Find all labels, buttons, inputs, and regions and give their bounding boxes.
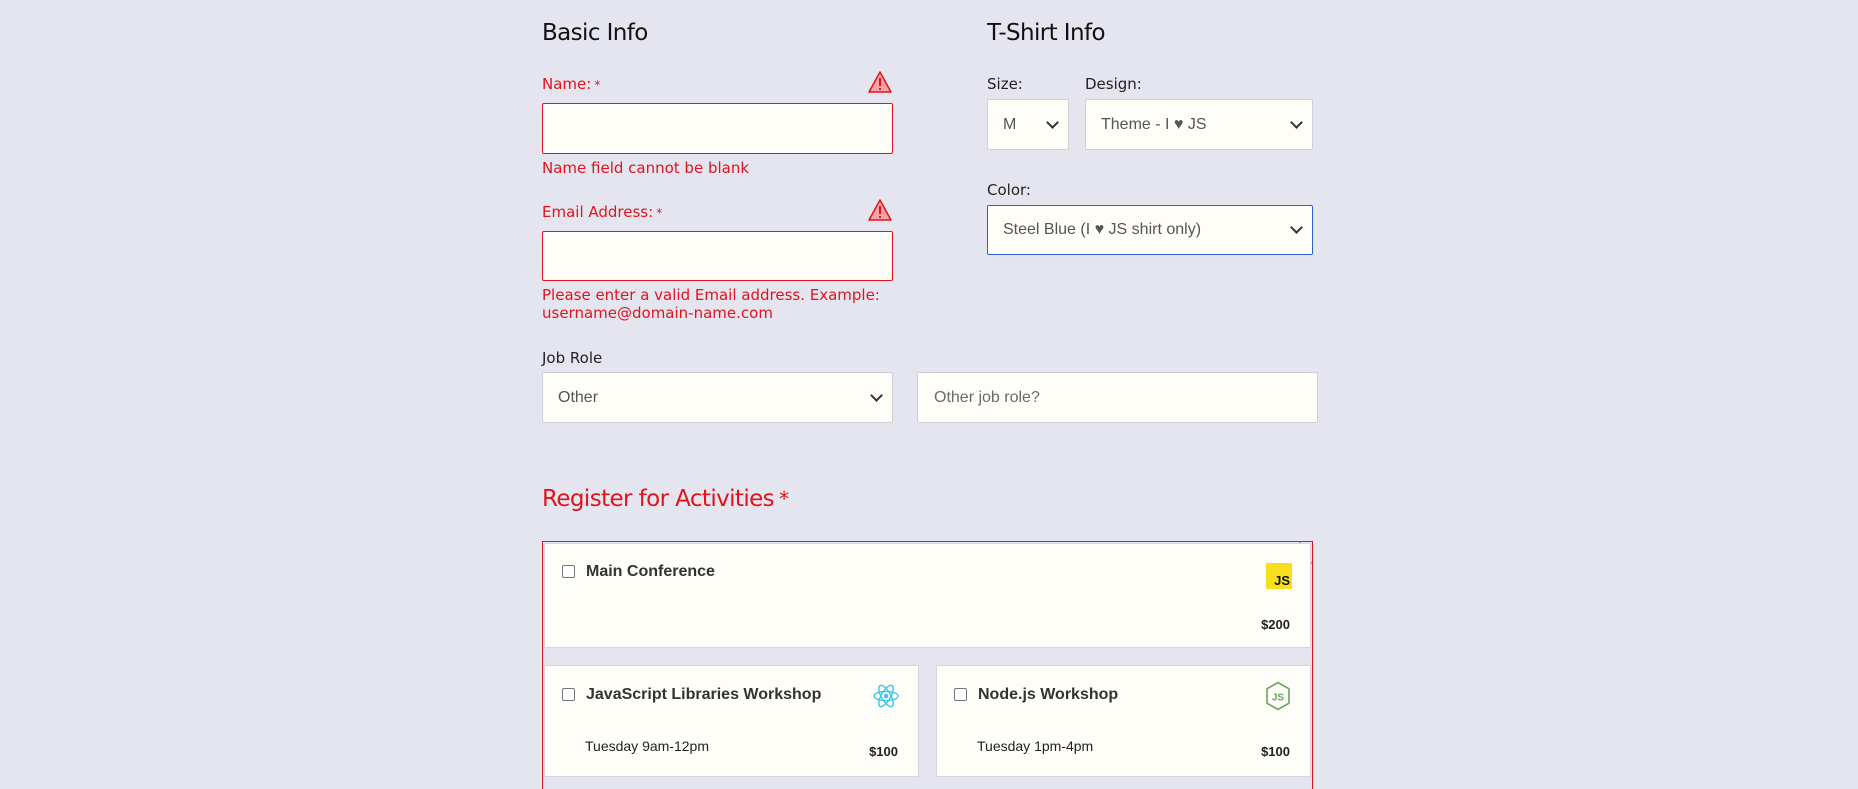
color-selected: Steel Blue (I ♥ JS shirt only)	[1003, 221, 1202, 238]
tshirt-info-heading: T-Shirt Info	[987, 20, 1106, 46]
size-select[interactable]: M	[987, 99, 1069, 150]
activity-cost: $100	[869, 744, 898, 759]
js-logo-icon: JS	[1266, 563, 1292, 589]
email-error-line1: Please enter a valid Email address. Exam…	[542, 286, 880, 304]
activity-checkbox[interactable]	[562, 688, 575, 701]
chevron-down-icon	[1046, 115, 1059, 129]
color-select[interactable]: Steel Blue (I ♥ JS shirt only)	[987, 205, 1313, 255]
name-label-text: Name:	[542, 75, 592, 93]
color-label: Color:	[987, 181, 1031, 199]
email-label: Email Address: *	[542, 203, 662, 221]
react-logo-icon	[873, 684, 899, 708]
other-job-role-input[interactable]: Other job role?	[917, 372, 1318, 423]
email-error-message: Please enter a valid Email address. Exam…	[542, 286, 880, 322]
activities-heading: Register for Activities *	[542, 486, 789, 512]
activity-checkbox[interactable]	[562, 565, 575, 578]
design-label: Design:	[1085, 75, 1142, 93]
job-role-selected: Other	[558, 388, 599, 406]
job-role-select[interactable]: Other	[542, 372, 893, 423]
activity-title: Node.js Workshop	[978, 686, 1119, 703]
activity-cost: $200	[1261, 617, 1290, 632]
chevron-down-icon	[1290, 115, 1303, 129]
warning-icon	[868, 199, 892, 221]
design-select[interactable]: Theme - I ♥ JS	[1085, 99, 1313, 150]
job-role-label: Job Role	[542, 349, 603, 367]
email-input[interactable]	[542, 231, 893, 281]
activity-card-nodejs[interactable]: Node.js Workshop JS Tuesday 1pm-4pm $100	[936, 665, 1311, 777]
activity-title: JavaScript Libraries Workshop	[586, 686, 822, 703]
size-label: Size:	[987, 75, 1023, 93]
chevron-down-icon	[870, 388, 883, 402]
design-selected: Theme - I ♥ JS	[1101, 115, 1207, 133]
chevron-down-icon	[1290, 221, 1303, 234]
name-input[interactable]	[542, 103, 893, 154]
basic-info-heading: Basic Info	[542, 20, 648, 46]
activity-title: Main Conference	[586, 563, 715, 580]
activity-time: Tuesday 9am-12pm	[585, 738, 709, 754]
name-label: Name: *	[542, 75, 600, 93]
activity-time: Tuesday 1pm-4pm	[977, 738, 1094, 754]
activity-card-js-libraries[interactable]: JavaScript Libraries Workshop Tuesday 9a…	[544, 665, 919, 777]
activities-heading-text: Register for Activities	[542, 486, 775, 512]
activity-cost: $100	[1261, 744, 1290, 759]
activity-card-main-conference[interactable]: Main Conference JS $200	[544, 543, 1311, 648]
svg-text:JS: JS	[1272, 693, 1285, 704]
name-error-message: Name field cannot be blank	[542, 159, 750, 177]
required-asterisk: *	[779, 487, 789, 511]
warning-icon	[868, 71, 892, 93]
nodejs-logo-icon: JS	[1266, 681, 1290, 711]
size-selected: M	[1003, 115, 1017, 133]
required-asterisk: *	[656, 206, 663, 220]
email-label-text: Email Address:	[542, 203, 654, 221]
activity-checkbox[interactable]	[954, 688, 967, 701]
email-error-line2: username@domain-name.com	[542, 304, 773, 322]
required-asterisk: *	[594, 78, 601, 92]
other-job-role-placeholder: Other job role?	[934, 388, 1040, 406]
